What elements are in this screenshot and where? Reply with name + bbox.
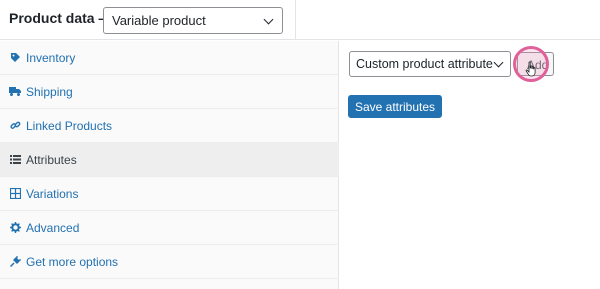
product-data-tabs: Inventory Shipping Linked Products Attri… xyxy=(0,41,339,289)
plug-icon xyxy=(9,255,21,267)
tab-shipping-label: Shipping xyxy=(26,85,73,99)
truck-icon xyxy=(9,85,21,97)
attribute-select-value: Custom product attribute xyxy=(356,57,493,71)
hand-cursor-icon xyxy=(525,61,539,77)
product-data-header: Product data — Variable product xyxy=(0,0,600,40)
tab-get-more-options[interactable]: Get more options xyxy=(0,245,339,279)
product-data-label: Product data — xyxy=(9,10,113,26)
attributes-panel: Custom product attribute Add Save attrib… xyxy=(340,41,600,289)
link-icon xyxy=(9,119,21,131)
tab-linked-products[interactable]: Linked Products xyxy=(0,109,339,143)
tab-inventory-label: Inventory xyxy=(26,51,76,65)
header-divider xyxy=(295,0,296,40)
tab-shipping[interactable]: Shipping xyxy=(0,75,339,109)
tab-variations[interactable]: Variations xyxy=(0,177,339,211)
chevron-down-icon xyxy=(493,57,504,68)
tab-attributes[interactable]: Attributes xyxy=(0,143,339,177)
chevron-down-icon xyxy=(263,14,274,25)
tab-linked-products-label: Linked Products xyxy=(26,119,113,133)
tab-variations-label: Variations xyxy=(26,187,79,201)
product-type-value: Variable product xyxy=(112,13,206,28)
save-attributes-label: Save attributes xyxy=(354,100,436,114)
product-data-panel: Product data — Variable product Inventor… xyxy=(0,0,600,289)
save-attributes-button[interactable]: Save attributes xyxy=(348,95,442,118)
gear-icon xyxy=(9,221,21,233)
tab-attributes-label: Attributes xyxy=(26,153,77,167)
attribute-taxonomy-select[interactable]: Custom product attribute xyxy=(349,51,511,77)
tab-advanced-label: Advanced xyxy=(26,221,80,235)
tab-inventory[interactable]: Inventory xyxy=(0,41,339,75)
tag-icon xyxy=(9,51,21,63)
product-type-select[interactable]: Variable product xyxy=(103,7,283,34)
tab-advanced[interactable]: Advanced xyxy=(0,211,339,245)
tab-get-more-options-label: Get more options xyxy=(26,255,119,269)
grid-icon xyxy=(9,187,21,199)
list-icon xyxy=(9,153,21,165)
